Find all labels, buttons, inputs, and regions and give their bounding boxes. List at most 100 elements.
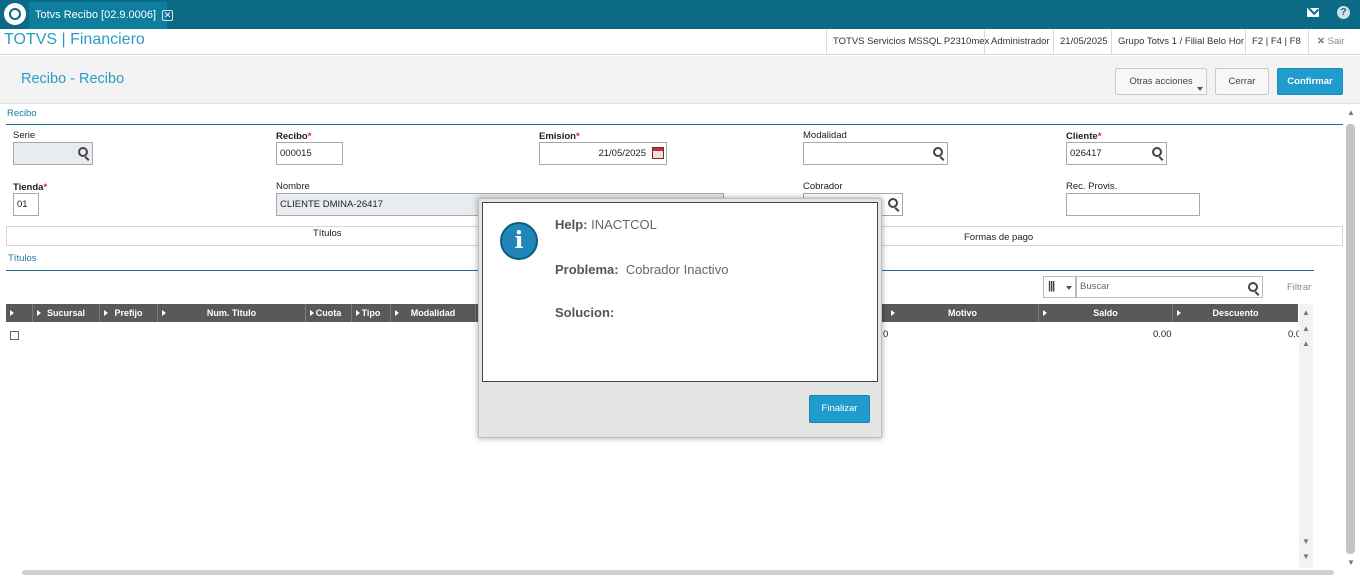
required-mark: *: [307, 131, 312, 142]
close-tab-icon[interactable]: ✕: [162, 10, 174, 21]
cell-partial-value: 0: [883, 329, 889, 340]
status-bar: TOTVS | Financiero TOTVS Servicios MSSQL…: [0, 29, 1360, 55]
tienda-label-text: Tienda: [13, 182, 44, 193]
shortcuts-info[interactable]: F2 | F4 | F8: [1245, 29, 1307, 55]
search-icon[interactable]: [1152, 147, 1162, 157]
page-scrollbar[interactable]: ▲ ▼: [1345, 108, 1357, 570]
help-label: Help:: [555, 217, 588, 232]
grid-header-select[interactable]: [6, 304, 33, 322]
program-tab[interactable]: Totvs Recibo [02.9.0006] ✕: [29, 2, 174, 29]
column-descuento[interactable]: Descuento: [1173, 304, 1298, 322]
calendar-icon[interactable]: [652, 147, 664, 159]
cliente-label-text: Cliente: [1066, 131, 1098, 142]
recibo-label-text: Recibo: [276, 131, 308, 142]
scroll-up-icon[interactable]: ▲: [1302, 339, 1310, 348]
tab-formas-de-pago[interactable]: Formas de pago: [964, 232, 1033, 243]
rec-provis-label: Rec. Provis.: [1066, 181, 1118, 192]
totvs-logo-icon: [4, 3, 26, 25]
page-header: Recibo - Recibo Otras acciones Cerrar Co…: [0, 56, 1360, 104]
exit-button[interactable]: ✕ Sair: [1308, 29, 1353, 55]
scrollbar-thumb[interactable]: [1346, 124, 1355, 554]
column-cuota[interactable]: Cuota: [306, 304, 352, 322]
scroll-top-icon[interactable]: ▲: [1302, 308, 1310, 317]
tienda-label: Tienda*: [13, 182, 47, 193]
column-label: Modalidad: [410, 308, 456, 318]
recibo-field[interactable]: 000015: [276, 142, 343, 165]
date-info[interactable]: 21/05/2025: [1053, 29, 1114, 55]
user-info[interactable]: Administrador: [984, 29, 1056, 55]
cliente-label: Cliente*: [1066, 131, 1101, 142]
emision-label: Emision*: [539, 131, 580, 142]
modalidad-field[interactable]: [803, 142, 948, 165]
rec-provis-field[interactable]: [1066, 193, 1200, 216]
emision-label-text: Emision: [539, 131, 576, 142]
caret-right-icon: [104, 310, 108, 316]
help-line: Help: INACTCOL: [555, 217, 657, 232]
column-label: Cuota: [315, 308, 342, 318]
close-button[interactable]: Cerrar: [1215, 68, 1269, 95]
scroll-up-icon[interactable]: ▲: [1347, 108, 1355, 117]
tab-titulos[interactable]: Títulos: [313, 228, 342, 239]
caret-right-icon: [162, 310, 166, 316]
required-mark: *: [1097, 131, 1102, 142]
column-prefijo[interactable]: Prefijo: [100, 304, 158, 322]
column-num-titulo[interactable]: Num. Titulo: [158, 304, 306, 322]
other-actions-button[interactable]: Otras acciones: [1115, 68, 1207, 95]
caret-right-icon: [37, 310, 41, 316]
app-title: TOTVS | Financiero: [4, 31, 145, 48]
caret-right-icon: [356, 310, 360, 316]
modalidad-label: Modalidad: [803, 130, 847, 141]
scroll-down-icon[interactable]: ▼: [1347, 558, 1355, 567]
column-label: Saldo: [1093, 308, 1118, 318]
scroll-bottom-icon[interactable]: ▼: [1302, 552, 1310, 561]
mail-icon[interactable]: [1307, 8, 1319, 17]
caret-right-icon: [1043, 310, 1047, 316]
column-motivo[interactable]: Motivo: [887, 304, 1039, 322]
close-icon: ✕: [1317, 36, 1325, 47]
column-saldo[interactable]: Saldo: [1039, 304, 1173, 322]
cell-saldo: 0.00: [1153, 329, 1172, 340]
info-icon: i: [500, 222, 538, 260]
grid-scrollbar[interactable]: ▲ ▲ ▲ ▼ ▼: [1299, 304, 1313, 568]
column-label: Num. Titulo: [206, 308, 257, 318]
column-label: Motivo: [948, 308, 977, 318]
confirm-button[interactable]: Confirmar: [1277, 68, 1343, 95]
column-tipo[interactable]: Tipo: [352, 304, 391, 322]
problem-value: Cobrador Inactivo: [625, 262, 729, 277]
search-icon[interactable]: [78, 147, 88, 157]
filter-button[interactable]: Filtrar: [1287, 282, 1311, 293]
tienda-field[interactable]: 01: [13, 193, 39, 216]
search-icon[interactable]: [933, 147, 943, 157]
column-modalidad[interactable]: Modalidad: [391, 304, 476, 322]
column-label: Sucursal: [46, 308, 86, 318]
server-info[interactable]: TOTVS Servicios MSSQL P2310mex: [826, 29, 995, 55]
help-icon[interactable]: ?: [1337, 6, 1350, 19]
columns-button[interactable]: [1043, 276, 1076, 298]
help-dialog-body: i Help: INACTCOL Problema: Cobrador Inac…: [482, 202, 878, 382]
required-mark: *: [575, 131, 580, 142]
scroll-page-up-icon[interactable]: ▲: [1302, 324, 1310, 333]
caret-right-icon: [891, 310, 895, 316]
emision-field[interactable]: 21/05/2025: [539, 142, 667, 165]
search-input[interactable]: Buscar: [1076, 276, 1263, 298]
solution-line: Solucion:: [555, 305, 614, 320]
caret-right-icon: [10, 310, 14, 316]
recibo-section-label: Recibo: [7, 108, 37, 119]
finalize-button[interactable]: Finalizar: [809, 395, 870, 423]
branch-info[interactable]: Grupo Totvs 1 / Filial Belo Hor: [1111, 29, 1250, 55]
scroll-down-icon[interactable]: ▼: [1302, 537, 1310, 546]
solution-label: Solucion:: [555, 305, 615, 320]
top-bar: Totvs Recibo [02.9.0006] ✕ ?: [0, 0, 1360, 29]
help-dialog: i Help: INACTCOL Problema: Cobrador Inac…: [478, 198, 882, 438]
horizontal-scrollbar[interactable]: [22, 570, 1334, 575]
search-icon[interactable]: [888, 198, 898, 208]
row-checkbox[interactable]: [10, 331, 19, 340]
column-sucursal[interactable]: Sucursal: [33, 304, 100, 322]
problem-label: Problema:: [555, 262, 619, 277]
search-icon[interactable]: [1248, 282, 1258, 292]
column-label: Prefijo: [114, 308, 143, 318]
page-title: Recibo - Recibo: [21, 71, 125, 87]
nombre-label: Nombre: [276, 181, 310, 192]
exit-label: Sair: [1327, 36, 1345, 47]
problem-line: Problema: Cobrador Inactivo: [555, 262, 728, 277]
